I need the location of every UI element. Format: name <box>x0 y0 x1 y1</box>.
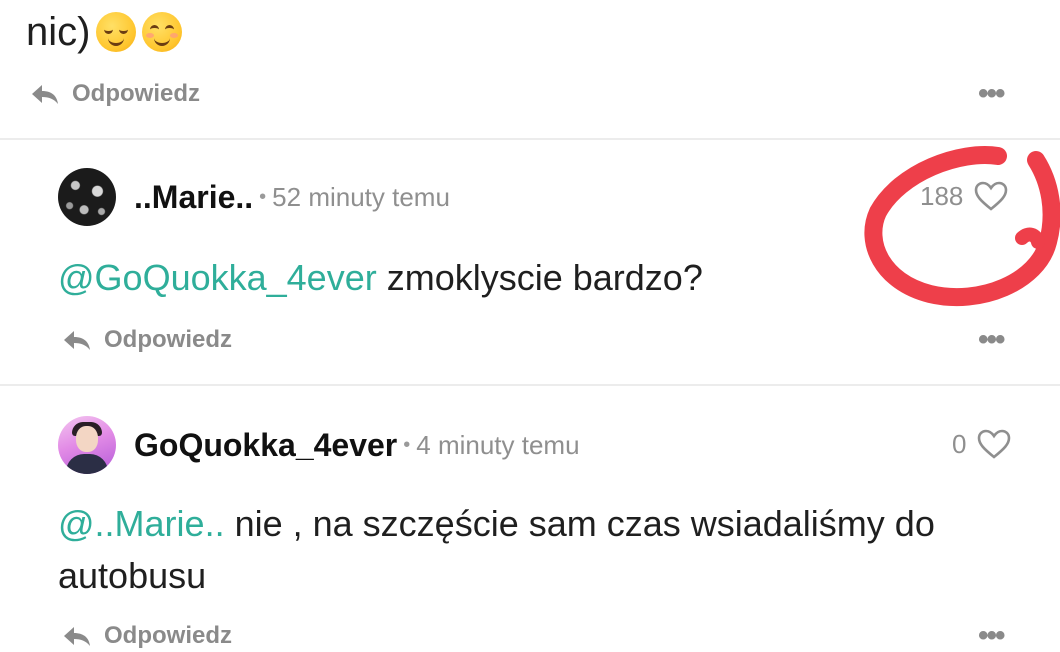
reply-arrow-icon <box>64 627 90 646</box>
comment-body: @GoQuokka_4ever zmoklyscie bardzo? <box>58 252 703 304</box>
top-comment-fragment: nic) <box>26 10 91 54</box>
avatar[interactable] <box>58 168 116 226</box>
like-button[interactable]: 188 <box>920 180 1009 212</box>
more-options-icon[interactable]: ••• <box>978 621 1005 651</box>
reply-arrow-icon <box>32 85 58 104</box>
comment-time: 4 minuty temu <box>416 429 580 460</box>
like-button[interactable]: 0 <box>952 428 1012 460</box>
divider <box>0 384 1060 386</box>
comment-time: 52 minuty temu <box>272 181 450 212</box>
reply-label: Odpowiedz <box>104 326 232 353</box>
more-options-icon[interactable]: ••• <box>978 325 1005 355</box>
comment-author[interactable]: GoQuokka_4ever <box>134 427 397 464</box>
divider <box>0 138 1060 140</box>
heart-icon <box>975 181 1008 211</box>
comment-item: GoQuokka_4ever • 4 minuty temu <box>58 416 1058 474</box>
reply-label: Odpowiedz <box>104 622 232 649</box>
like-count: 0 <box>952 428 967 459</box>
reply-label: Odpowiedz <box>72 80 200 107</box>
top-comment-text: nic) <box>26 4 183 60</box>
reply-button[interactable]: Odpowiedz <box>62 622 232 650</box>
more-options-icon[interactable]: ••• <box>978 79 1005 109</box>
smiling-face-emoji <box>142 12 183 52</box>
comment-author[interactable]: ..Marie.. <box>134 179 253 216</box>
separator-dot: • <box>403 433 411 456</box>
reply-button-top[interactable]: Odpowiedz <box>30 80 200 108</box>
like-count: 188 <box>920 180 964 211</box>
separator-dot: • <box>259 185 267 208</box>
mention-link[interactable]: @..Marie.. <box>58 503 225 544</box>
reply-button[interactable]: Odpowiedz <box>62 326 232 354</box>
comment-item: ..Marie.. • 52 minuty temu <box>58 168 1058 226</box>
comment-body: @..Marie.. nie , na szczęście sam czas w… <box>58 498 1018 602</box>
mention-link[interactable]: @GoQuokka_4ever <box>58 257 377 298</box>
reply-arrow-icon <box>64 331 90 350</box>
heart-icon <box>978 429 1011 459</box>
comment-text: zmoklyscie bardzo? <box>376 257 703 298</box>
relieved-face-emoji <box>96 12 137 52</box>
avatar[interactable] <box>58 416 116 474</box>
